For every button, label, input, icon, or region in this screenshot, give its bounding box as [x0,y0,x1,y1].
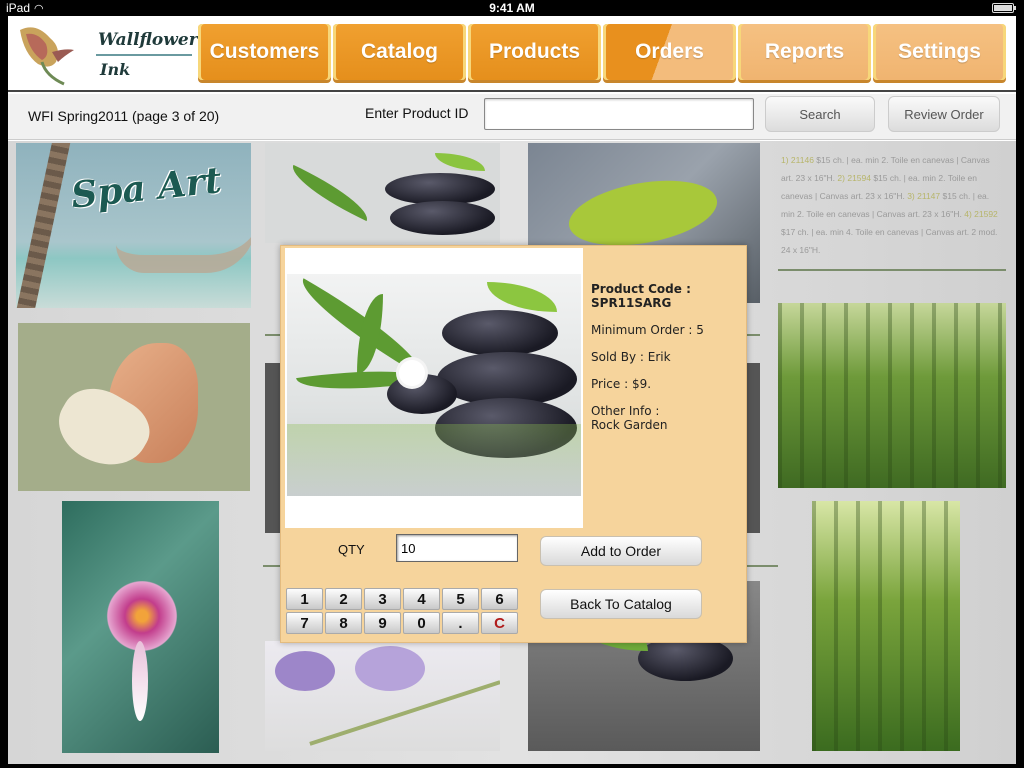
status-bar: iPad ◠ 9:41 AM [0,0,1024,16]
leaf-graphic [487,282,557,312]
item-text: $17 ch. | ea. min 4. Toile en canevas | … [781,227,998,255]
stone-graphic [390,201,495,235]
other-info-label: Other Info : [591,404,660,418]
search-button[interactable]: Search [765,96,875,132]
white-flower-graphic [399,360,425,386]
brand-name-line1: Wallflower [98,30,198,50]
product-image-orchid[interactable] [265,641,500,751]
product-image-frame [285,248,583,528]
tab-catalog[interactable]: Catalog [333,24,466,80]
qty-input[interactable] [396,534,518,562]
key-6[interactable]: 6 [481,588,518,610]
key-0[interactable]: 0 [403,612,440,634]
key-1[interactable]: 1 [286,588,323,610]
orchid-petal-graphic [355,646,425,691]
hammock-graphic [116,223,251,273]
stone-graphic [442,310,558,356]
brand-name-line2: Ink [100,60,131,79]
product-info: Product Code : SPR11SARG Minimum Order :… [591,282,741,445]
product-code-label: Product Code : [591,282,691,296]
review-order-button[interactable]: Review Order [888,96,1000,132]
orchid-stem-graphic [309,680,500,746]
key-clear[interactable]: C [481,612,518,634]
item-code: 3) 21147 [907,191,941,201]
header: Wallflower Ink Customers Catalog Product… [8,16,1016,92]
bamboo-graphic [778,303,1006,488]
other-info-row: Other Info : Rock Garden [591,404,741,432]
water-reflection-graphic [287,424,581,496]
product-code-value: SPR11SARG [591,296,672,310]
key-2[interactable]: 2 [325,588,362,610]
tab-orders[interactable]: Orders [603,24,736,80]
other-info-value: Rock Garden [591,418,668,432]
key-7[interactable]: 7 [286,612,323,634]
sold-by: Sold By : Erik [591,350,671,364]
palm-tree-graphic [16,143,72,308]
numeric-keypad: 1 2 3 4 5 6 7 8 9 0 . C [286,588,518,634]
key-5[interactable]: 5 [442,588,479,610]
add-to-order-button[interactable]: Add to Order [540,536,702,566]
product-photo [287,274,581,496]
price: Price : $9. [591,377,652,391]
leaf-graphic [284,164,376,222]
main-nav: Customers Catalog Products Orders Report… [198,24,1008,80]
logo: Wallflower Ink [16,20,198,88]
product-code-row: Product Code : SPR11SARG [591,282,741,310]
tab-products[interactable]: Products [468,24,601,80]
minimum-order: Minimum Order : 5 [591,323,704,337]
bamboo-graphic [812,501,960,751]
product-detail-dialog: Product Code : SPR11SARG Minimum Order :… [280,245,747,643]
tab-customers[interactable]: Customers [198,24,331,80]
product-image-stones[interactable] [265,143,500,243]
app-window: Wallflower Ink Customers Catalog Product… [8,16,1016,764]
battery-icon [992,3,1016,13]
product-image-calla-lily[interactable] [18,323,250,491]
fern-graphic [563,170,723,256]
tab-settings[interactable]: Settings [873,24,1006,80]
lotus-flower-graphic [97,581,187,651]
logo-rule [96,54,192,56]
orchid-petal-graphic [275,651,335,691]
qty-label: QTY [338,542,365,557]
product-image-lotus[interactable] [62,501,219,753]
spa-art-title: Spa Art [69,159,224,217]
product-description: 1) 21146 $15 ch. | ea. min 2. Toile en c… [781,151,1001,259]
spa-art-image[interactable]: Spa Art [16,143,251,308]
divider [778,269,1006,271]
product-id-label: Enter Product ID [365,105,469,121]
catalog-page-title: WFI Spring2011 (page 3 of 20) [28,108,220,124]
product-image-bamboo[interactable] [812,501,960,751]
key-4[interactable]: 4 [403,588,440,610]
toolbar: WFI Spring2011 (page 3 of 20) Enter Prod… [8,94,1016,140]
key-8[interactable]: 8 [325,612,362,634]
item-code: 1) 21146 [781,155,814,165]
key-decimal[interactable]: . [442,612,479,634]
item-code: 2) 21594 [837,173,871,183]
back-to-catalog-button[interactable]: Back To Catalog [540,589,702,619]
tab-reports[interactable]: Reports [738,24,871,80]
lotus-petal-graphic [132,641,148,721]
product-image-bamboo-forest[interactable] [778,303,1006,488]
item-code: 4) 21592 [964,209,998,219]
clock: 9:41 AM [489,1,535,15]
key-9[interactable]: 9 [364,612,401,634]
calla-lily-logo-icon [20,27,74,86]
key-3[interactable]: 3 [364,588,401,610]
product-id-input[interactable] [484,98,754,130]
leaf-graphic [435,153,485,171]
leaf-graphic [357,294,383,374]
